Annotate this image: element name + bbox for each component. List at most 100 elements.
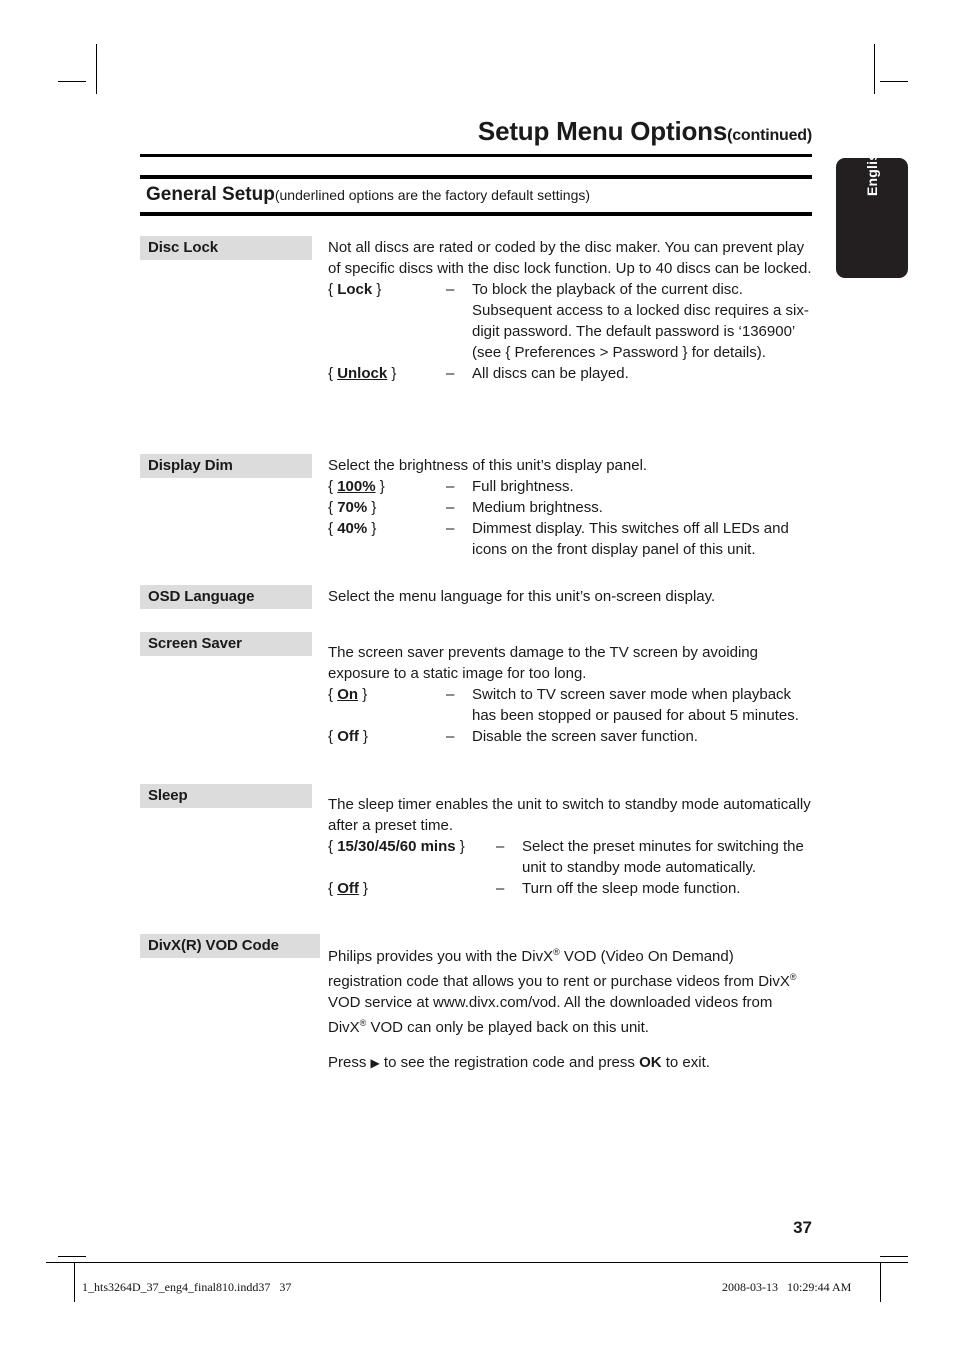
language-tab: English	[836, 144, 908, 278]
option-description: Turn off the sleep mode function.	[522, 880, 741, 897]
option-dash: –	[446, 728, 455, 745]
option-dash: –	[496, 880, 505, 897]
option-description: To block the playback of the current dis…	[472, 281, 809, 361]
registered-mark-icon: ®	[553, 947, 560, 957]
option-key-label: 70%	[337, 499, 368, 516]
footer-rule	[46, 1262, 908, 1263]
play-triangle-icon: ▶	[370, 1056, 380, 1070]
option-key-label: Off	[337, 880, 359, 897]
option-dash: –	[446, 281, 455, 298]
option-row: { On } – Switch to TV screen saver mode …	[328, 684, 812, 726]
section-heading-label: General Setup	[146, 184, 275, 205]
option-row: { Unlock } – All discs can be played.	[328, 363, 812, 384]
intro-divx-vod-code: Philips provides you with the DivX® VOD …	[328, 942, 812, 1038]
option-key: { 70% }	[328, 499, 377, 516]
crop-mark-top-left-vertical	[96, 44, 97, 94]
section-heading-note: (underlined options are the factory defa…	[274, 187, 591, 203]
option-row: { 100% } – Full brightness.	[328, 476, 812, 497]
options-disc-lock: { Lock } – To block the playback of the …	[328, 279, 812, 384]
option-key: { Off }	[328, 880, 369, 897]
registered-mark-icon: ®	[789, 972, 797, 982]
option-key: { Unlock }	[328, 365, 397, 382]
option-description: Full brightness.	[472, 478, 574, 495]
section-heading: General Setup(underlined options are the…	[146, 184, 590, 206]
divx-press-instruction: Press ▶ to see the registration code and…	[328, 1052, 812, 1074]
term-screen-saver: Screen Saver	[140, 632, 312, 656]
section-rule-top	[140, 175, 812, 179]
term-divx-vod-code: DivX(R) VOD Code	[140, 934, 320, 958]
press-part3: to exit.	[661, 1054, 710, 1071]
option-description: All discs can be played.	[472, 365, 629, 382]
body-sleep: The sleep timer enables the unit to swit…	[328, 794, 812, 899]
option-description: Medium brightness.	[472, 499, 603, 516]
term-osd-language: OSD Language	[140, 585, 312, 609]
body-divx-vod-code: Philips provides you with the DivX® VOD …	[328, 942, 812, 1074]
divx-intro-part4: VOD can only be played back on this unit…	[366, 1019, 649, 1036]
page-title-suffix: (continued)	[727, 127, 812, 144]
option-key-label: On	[337, 686, 359, 703]
option-key-label: Off	[337, 728, 359, 745]
section-rule-bottom	[140, 212, 812, 216]
term-display-dim: Display Dim	[140, 454, 312, 478]
footer-tick-right	[880, 1262, 881, 1302]
option-key-label: Unlock	[337, 365, 388, 382]
options-display-dim: { 100% } – Full brightness. { 70% } – Me…	[328, 476, 812, 560]
option-key: { 40% }	[328, 520, 377, 537]
option-row: { Off } – Turn off the sleep mode functi…	[328, 878, 812, 899]
option-dash: –	[446, 499, 455, 516]
press-part1: Press	[328, 1054, 371, 1071]
crop-mark-top-right-horizontal	[880, 81, 908, 82]
option-row: { Off } – Disable the screen saver funct…	[328, 726, 812, 747]
crop-mark-bottom-left-horizontal	[58, 1256, 86, 1257]
options-sleep: { 15/30/45/60 mins } – Select the preset…	[328, 836, 812, 899]
body-osd-language: Select the menu language for this unit’s…	[328, 586, 812, 607]
option-key: { On }	[328, 686, 368, 703]
crop-mark-top-left-horizontal	[58, 81, 86, 82]
body-screen-saver: The screen saver prevents damage to the …	[328, 642, 812, 747]
intro-disc-lock: Not all discs are rated or coded by the …	[328, 239, 812, 277]
option-row: { Lock } – To block the playback of the …	[328, 279, 812, 363]
term-disc-lock: Disc Lock	[140, 236, 312, 260]
option-key: { Lock }	[328, 281, 382, 298]
options-screen-saver: { On } – Switch to TV screen saver mode …	[328, 684, 812, 747]
option-dash: –	[496, 838, 505, 855]
option-description: Select the preset minutes for switching …	[522, 838, 804, 876]
footer-tick-left	[74, 1262, 75, 1302]
ok-button-label: OK	[639, 1054, 662, 1071]
intro-display-dim: Select the brightness of this unit’s dis…	[328, 457, 648, 474]
option-dash: –	[446, 365, 455, 382]
press-part2: to see the registration code and press	[379, 1054, 640, 1071]
option-description: Dimmest display. This switches off all L…	[472, 520, 789, 558]
header-rule	[140, 154, 812, 157]
option-dash: –	[446, 520, 455, 537]
option-key-label: 40%	[337, 520, 368, 537]
option-row: { 15/30/45/60 mins } – Select the preset…	[328, 836, 812, 878]
option-key: { 15/30/45/60 mins }	[328, 838, 465, 855]
intro-sleep: The sleep timer enables the unit to swit…	[328, 796, 811, 834]
language-tab-label: English	[864, 144, 880, 196]
option-key: { Off }	[328, 728, 369, 745]
option-description: Disable the screen saver function.	[472, 728, 698, 745]
divx-intro-part1: Philips provides you with the DivX	[328, 948, 554, 965]
option-description: Switch to TV screen saver mode when play…	[472, 686, 799, 724]
option-key-label: Lock	[337, 281, 373, 298]
option-dash: –	[446, 478, 455, 495]
intro-osd-language: Select the menu language for this unit’s…	[328, 588, 716, 605]
page-number: 37	[793, 1218, 812, 1237]
body-disc-lock: Not all discs are rated or coded by the …	[328, 237, 812, 384]
term-sleep: Sleep	[140, 784, 312, 808]
option-row: { 70% } – Medium brightness.	[328, 497, 812, 518]
crop-mark-bottom-right-horizontal	[880, 1256, 908, 1257]
footer-file-name: 1_hts3264D_37_eng4_final810.indd37 37	[82, 1280, 292, 1294]
page-title-main: Setup Menu Options	[477, 116, 728, 146]
option-dash: –	[446, 686, 455, 703]
body-display-dim: Select the brightness of this unit’s dis…	[328, 455, 812, 560]
page-title: Setup Menu Options(continued)	[140, 116, 812, 147]
option-key-label: 15/30/45/60 mins	[337, 838, 456, 855]
intro-screen-saver: The screen saver prevents damage to the …	[328, 644, 758, 682]
option-row: { 40% } – Dimmest display. This switches…	[328, 518, 812, 560]
crop-mark-top-right-vertical	[874, 44, 875, 94]
footer-timestamp: 2008-03-13 10:29:44 AM	[722, 1280, 852, 1294]
option-key-label: 100%	[337, 478, 376, 495]
option-key: { 100% }	[328, 478, 385, 495]
